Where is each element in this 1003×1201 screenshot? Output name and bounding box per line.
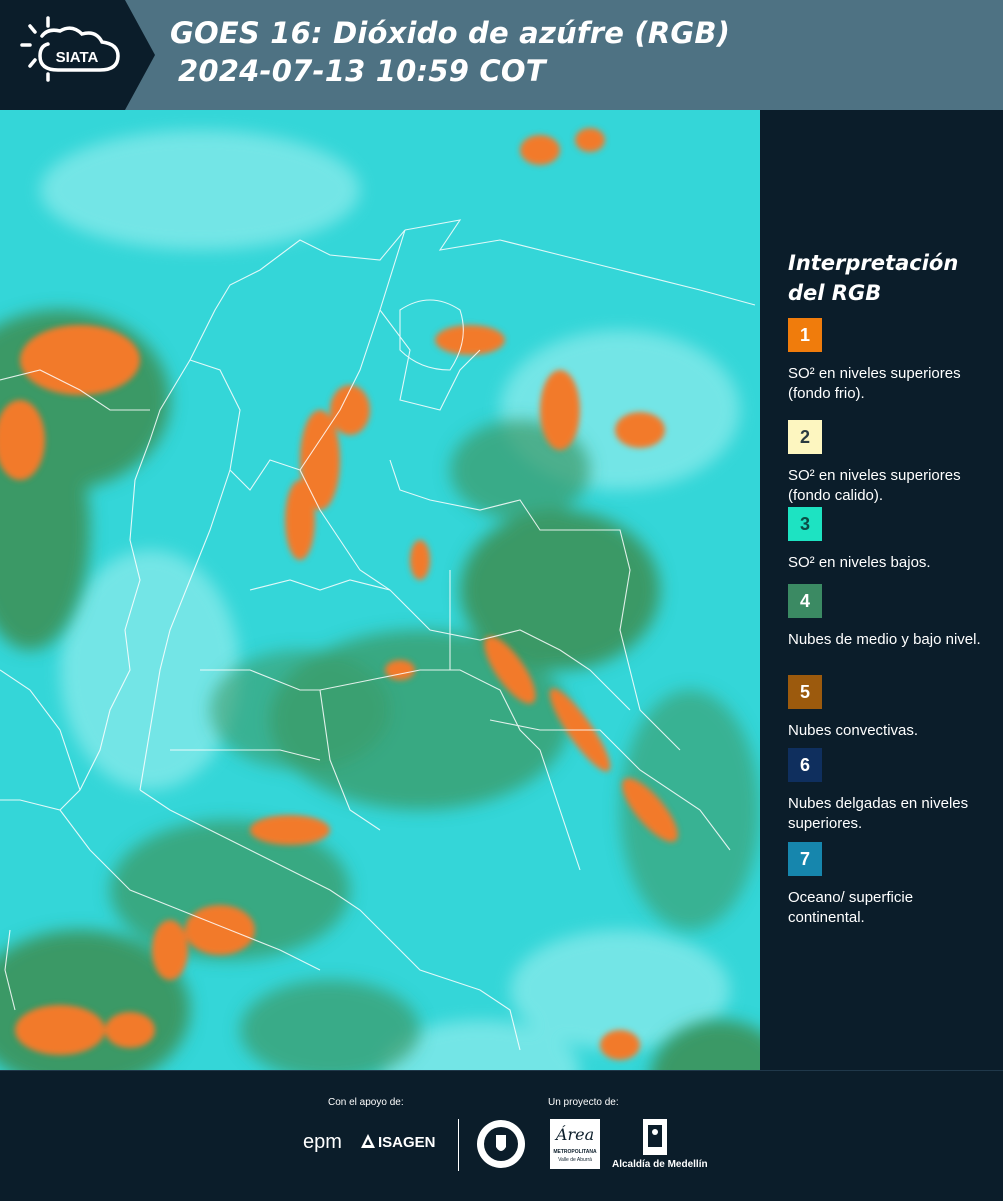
- legend-label: Oceano/ superficie continental.: [788, 889, 914, 926]
- isagen-icon: [360, 1133, 376, 1149]
- header-bar: SIATA GOES 16: Dióxido de azúfre (RGB) 2…: [0, 0, 1003, 110]
- legend-label: Nubes delgadas en niveles superiores.: [788, 795, 969, 832]
- legend-label: Nubes convectivas.: [788, 722, 919, 739]
- medellin-seal-icon: [476, 1119, 526, 1169]
- area-logo-text: Área: [555, 1125, 595, 1144]
- legend-swatch: 5: [788, 675, 822, 709]
- legend-label: SO² en niveles superiores (fondo calido)…: [788, 467, 961, 504]
- project-label: Un proyecto de:: [548, 1097, 619, 1108]
- legend-title-line-2: del RGB: [788, 281, 882, 305]
- footer: Con el apoyo de: Un proyecto de: epm ISA…: [0, 1070, 1003, 1201]
- legend-item: 5 Nubes convectivas.: [788, 675, 993, 741]
- legend-swatch: 4: [788, 584, 822, 618]
- page-title: GOES 16: Dióxido de azúfre (RGB) 2024-07…: [170, 14, 730, 90]
- legend-label: SO² en niveles bajos.: [788, 554, 931, 571]
- legend-swatch: 2: [788, 420, 822, 454]
- legend-item: 7 Oceano/ superficie continental.: [788, 842, 993, 928]
- satellite-map: [0, 110, 760, 1070]
- legend-item: 6 Nubes delgadas en niveles superiores.: [788, 748, 993, 834]
- title-line-1: GOES 16: Dióxido de azúfre (RGB): [170, 16, 731, 50]
- footer-divider: [458, 1119, 459, 1171]
- alcaldia-crest-icon: [640, 1117, 670, 1157]
- title-line-2: 2024-07-13 10:59 COT: [178, 54, 546, 88]
- legend-item: 4 Nubes de medio y bajo nivel.: [788, 584, 993, 650]
- legend-swatch: 7: [788, 842, 822, 876]
- area-logo-sub1: METROPOLITANA: [553, 1149, 597, 1155]
- legend-swatch: 3: [788, 507, 822, 541]
- epm-logo: epm: [303, 1131, 342, 1153]
- logo-text: SIATA: [56, 49, 99, 66]
- legend-swatch: 1: [788, 318, 822, 352]
- alcaldia-logo-text: Alcaldía de Medellín: [612, 1159, 708, 1170]
- legend-label: SO² en niveles superiores (fondo frio).: [788, 365, 961, 402]
- legend-item: 2 SO² en niveles superiores (fondo calido…: [788, 420, 993, 506]
- isagen-logo: ISAGEN: [378, 1134, 436, 1151]
- legend-title-line-1: Interpretación: [788, 251, 959, 275]
- legend-swatch: 6: [788, 748, 822, 782]
- area-metropolitana-logo: Área METROPOLITANA Valle de Aburrá: [550, 1119, 600, 1169]
- legend-title: Interpretación del RGB: [788, 248, 958, 308]
- legend-panel: Interpretación del RGB 1 SO² en niveles s…: [760, 110, 1003, 1070]
- legend-item: 1 SO² en niveles superiores (fondo frio).: [788, 318, 993, 404]
- legend-label: Nubes de medio y bajo nivel.: [788, 631, 981, 648]
- support-label: Con el apoyo de:: [328, 1097, 404, 1108]
- siata-logo: SIATA: [0, 0, 155, 110]
- area-logo-sub2: Valle de Aburrá: [558, 1157, 592, 1163]
- legend-item: 3 SO² en niveles bajos.: [788, 507, 993, 573]
